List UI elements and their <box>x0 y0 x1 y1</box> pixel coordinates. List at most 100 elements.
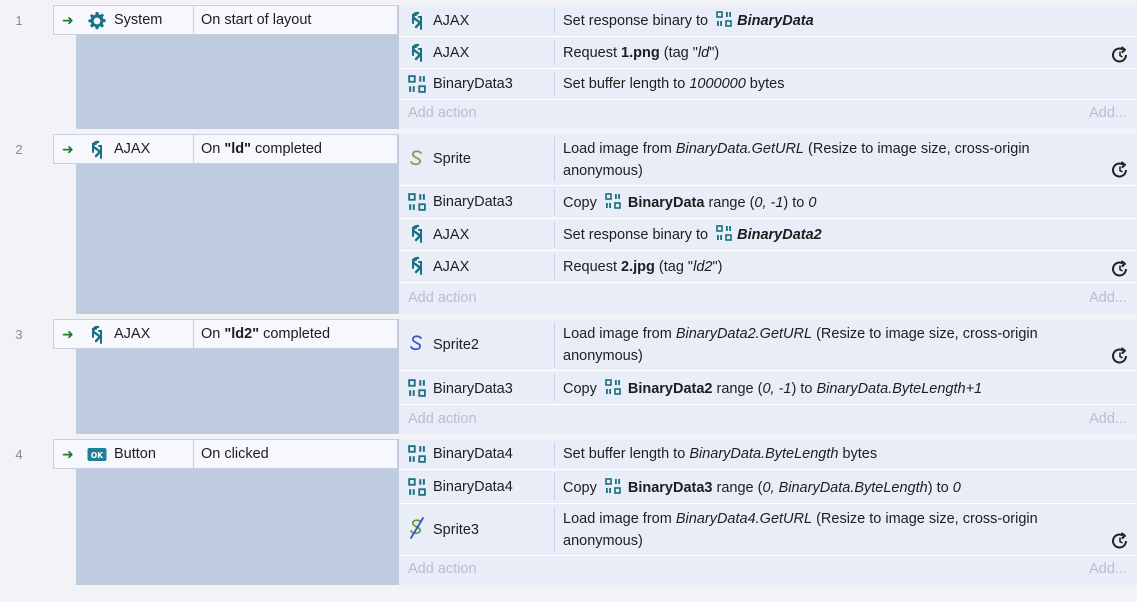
binary-data-icon <box>408 75 426 93</box>
async-wait-icon <box>1110 259 1130 279</box>
add-action-button[interactable]: Add action <box>408 561 477 577</box>
condition-ajax-completed[interactable]: ➜ AJAX On "ld2" completed <box>53 319 398 349</box>
action-text: Set response binary to BinaryData2 <box>563 225 822 243</box>
action-text: Load image from BinaryData2.GetURL (Resi… <box>563 326 1038 364</box>
binary-data-icon <box>605 193 621 209</box>
add-action-row[interactable]: Add action Add... <box>399 558 1137 585</box>
binary-data-icon <box>408 379 426 397</box>
action-text: Set response binary to BinaryData <box>563 13 814 29</box>
action-row[interactable]: BinaryData4 Copy BinaryData3 range (0, Bi… <box>399 470 1137 504</box>
action-object: Sprite2 <box>433 337 479 353</box>
action-text: Request 2.jpg (tag "ld2") <box>563 259 723 275</box>
condition-object: System <box>114 12 163 28</box>
action-object: BinaryData3 <box>433 381 513 397</box>
sprite-icon <box>410 335 422 351</box>
async-wait-icon <box>1110 160 1130 180</box>
add-action-row[interactable]: Add action Add... <box>399 100 1137 129</box>
add-action-button[interactable]: Add action <box>408 105 477 121</box>
action-object: BinaryData3 <box>433 194 513 210</box>
add-button[interactable]: Add... <box>1089 561 1127 577</box>
button-icon: OK <box>87 448 107 461</box>
trigger-arrow-icon: ➜ <box>62 326 74 342</box>
condition-ajax-completed[interactable]: ➜ AJAX On "ld" completed <box>53 134 398 164</box>
event-number: 2 <box>15 142 23 157</box>
add-action-button[interactable]: Add action <box>408 411 477 427</box>
action-row[interactable]: AJAX Request 2.jpg (tag "ld2") <box>399 251 1137 283</box>
condition-object: AJAX <box>114 141 151 157</box>
condition-object: Button <box>114 446 156 462</box>
add-action-row[interactable]: Add action Add... <box>399 285 1137 314</box>
event-number: 4 <box>15 447 23 462</box>
action-text: Load image from BinaryData4.GetURL (Resi… <box>563 511 1038 549</box>
event-actions[interactable]: BinaryData4 Set buffer length to BinaryD… <box>399 439 1137 585</box>
trigger-arrow-icon: ➜ <box>62 141 74 157</box>
action-row[interactable]: Sprite Load image from BinaryData.GetURL… <box>399 134 1137 186</box>
condition-text: On start of layout <box>201 12 312 28</box>
svg-text:OK: OK <box>91 451 104 460</box>
condition-text: On "ld2" completed <box>201 326 331 342</box>
binary-data-icon <box>605 478 621 494</box>
action-row[interactable]: BinaryData3 Set buffer length to 1000000… <box>399 69 1137 100</box>
event-actions[interactable]: Sprite Load image from BinaryData.GetURL… <box>399 134 1137 314</box>
binary-data-icon <box>605 379 621 395</box>
trigger-arrow-icon: ➜ <box>62 12 74 28</box>
action-text: Copy BinaryData range (0, -1) to 0 <box>563 193 817 211</box>
binary-data-icon <box>716 225 732 241</box>
add-button[interactable]: Add... <box>1089 290 1127 306</box>
action-object: BinaryData3 <box>433 76 513 92</box>
event-actions[interactable]: Sprite2 Load image from BinaryData2.GetU… <box>399 319 1137 434</box>
ajax-icon <box>87 325 107 345</box>
async-wait-icon <box>1110 45 1130 65</box>
async-wait-icon <box>1110 346 1130 366</box>
action-text: Copy BinaryData3 range (0, BinaryData.Byt… <box>563 478 961 496</box>
ajax-icon <box>408 11 426 31</box>
event-4[interactable]: 4 ➜ OK Button On clicked BinaryData4 Set… <box>0 439 1137 585</box>
event-number: 1 <box>15 13 23 28</box>
action-object: AJAX <box>433 259 470 275</box>
action-row[interactable]: AJAX Request 1.png (tag "ld") <box>399 37 1137 69</box>
event-2[interactable]: 2 ➜ AJAX On "ld" completed Sprite Load i… <box>0 134 1137 314</box>
action-object: BinaryData4 <box>433 479 513 495</box>
ajax-icon <box>408 224 426 244</box>
action-object: BinaryData4 <box>433 446 513 462</box>
action-row[interactable]: Sprite3 Load image from BinaryData4.GetU… <box>399 504 1137 556</box>
action-row[interactable]: BinaryData3 Copy BinaryData range (0, -1)… <box>399 186 1137 219</box>
action-object: AJAX <box>433 13 470 29</box>
ajax-icon <box>408 256 426 276</box>
sprite-icon <box>410 517 424 539</box>
action-object: Sprite <box>433 151 471 167</box>
async-wait-icon <box>1110 531 1130 551</box>
event-1[interactable]: 1 ➜ System On start of layout AJAX Set r… <box>0 5 1137 129</box>
action-row[interactable]: BinaryData3 Copy BinaryData2 range (0, -1… <box>399 371 1137 405</box>
add-button[interactable]: Add... <box>1089 411 1127 427</box>
action-row[interactable]: AJAX Set response binary to BinaryData2 <box>399 219 1137 251</box>
trigger-arrow-icon: ➜ <box>62 446 74 462</box>
action-object: AJAX <box>433 45 470 61</box>
action-text: Copy BinaryData2 range (0, -1) to BinaryD… <box>563 379 983 397</box>
condition-button-clicked[interactable]: ➜ OK Button On clicked <box>53 439 398 469</box>
sprite-icon <box>410 150 422 166</box>
add-action-button[interactable]: Add action <box>408 290 477 306</box>
action-text: Load image from BinaryData.GetURL (Resiz… <box>563 141 1030 179</box>
action-text: Set buffer length to 1000000 bytes <box>563 76 785 92</box>
action-object: AJAX <box>433 227 470 243</box>
condition-text: On "ld" completed <box>201 141 322 157</box>
action-text: Request 1.png (tag "ld") <box>563 45 720 61</box>
action-row[interactable]: BinaryData4 Set buffer length to BinaryD… <box>399 439 1137 470</box>
condition-system-start[interactable]: ➜ System On start of layout <box>53 5 398 35</box>
binary-data-icon <box>408 445 426 463</box>
condition-object: AJAX <box>114 326 151 342</box>
action-row[interactable]: Sprite2 Load image from BinaryData2.GetU… <box>399 319 1137 371</box>
action-object: Sprite3 <box>433 522 479 538</box>
gear-icon <box>88 12 106 30</box>
event-actions[interactable]: AJAX Set response binary to BinaryData AJ… <box>399 5 1137 129</box>
action-row[interactable]: AJAX Set response binary to BinaryData <box>399 5 1137 37</box>
event-3[interactable]: 3 ➜ AJAX On "ld2" completed Sprite2 Load… <box>0 319 1137 434</box>
event-number: 3 <box>15 327 23 342</box>
add-action-row[interactable]: Add action Add... <box>399 407 1137 434</box>
action-text: Set buffer length to BinaryData.ByteLeng… <box>563 446 878 462</box>
ajax-icon <box>87 140 107 160</box>
add-button[interactable]: Add... <box>1089 105 1127 121</box>
ajax-icon <box>408 43 426 63</box>
binary-data-icon <box>408 478 426 496</box>
